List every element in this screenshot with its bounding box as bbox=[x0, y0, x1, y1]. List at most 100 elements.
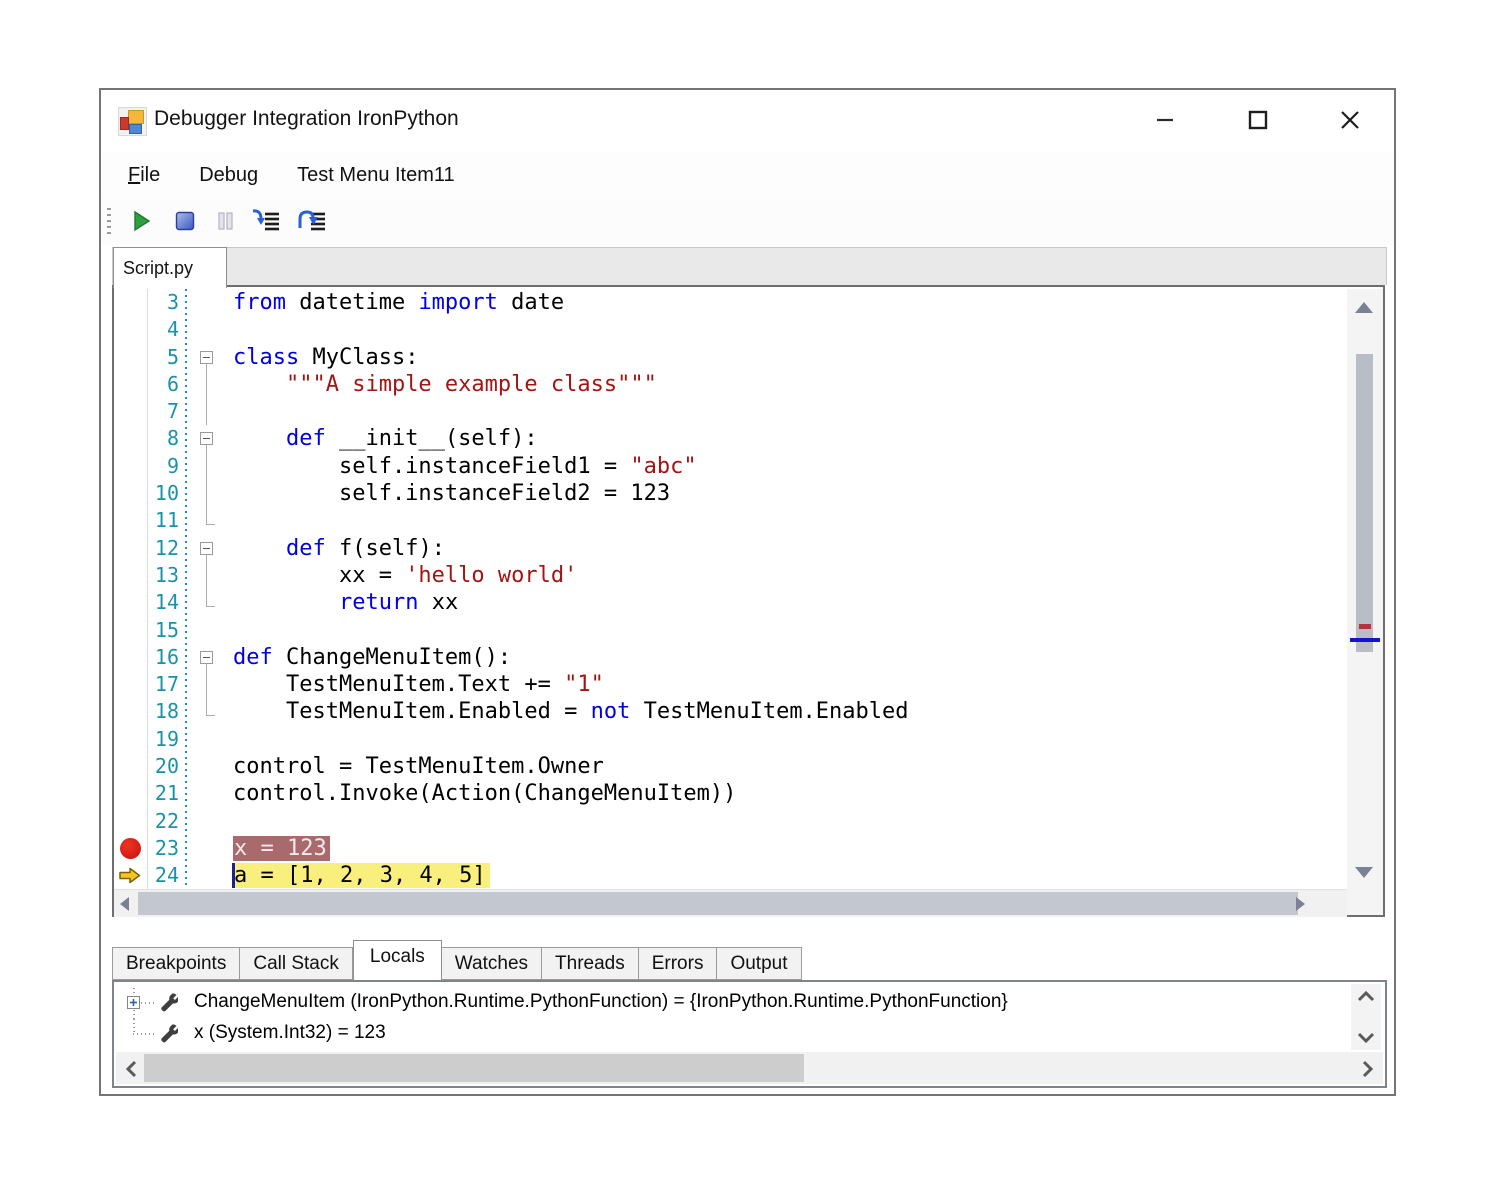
fold-margin[interactable] bbox=[185, 835, 233, 862]
tab-threads[interactable]: Threads bbox=[542, 947, 639, 980]
fold-margin[interactable] bbox=[185, 753, 233, 780]
fold-margin[interactable] bbox=[185, 452, 233, 481]
fold-margin[interactable] bbox=[185, 644, 233, 672]
locals-horizontal-scrollbar[interactable] bbox=[116, 1052, 1383, 1084]
breakpoint-margin[interactable] bbox=[114, 671, 148, 699]
breakpoint-margin[interactable] bbox=[114, 807, 148, 835]
fold-margin[interactable] bbox=[185, 535, 233, 563]
breakpoint-margin[interactable] bbox=[114, 316, 148, 344]
code-line-19[interactable]: 19 bbox=[114, 725, 1345, 754]
fold-margin[interactable] bbox=[185, 589, 233, 616]
code-line-18[interactable]: 18 TestMenuItem.Enabled = not TestMenuIt… bbox=[114, 698, 1345, 726]
scroll-right-chevron[interactable] bbox=[1361, 1060, 1375, 1078]
fold-margin[interactable] bbox=[185, 507, 233, 534]
minimize-button[interactable] bbox=[1142, 102, 1188, 138]
fold-margin[interactable] bbox=[185, 561, 233, 590]
tab-call-stack[interactable]: Call Stack bbox=[240, 947, 353, 980]
menu-item-debug[interactable]: Debug bbox=[199, 164, 258, 187]
tab-breakpoints[interactable]: Breakpoints bbox=[112, 947, 241, 980]
fold-collapse-icon[interactable] bbox=[200, 350, 213, 364]
locals-tree-item[interactable]: x (System.Int32) = 123 bbox=[114, 1019, 1385, 1050]
tab-errors[interactable]: Errors bbox=[638, 947, 718, 980]
breakpoint-margin[interactable] bbox=[114, 834, 148, 863]
code-line-22[interactable]: 22 bbox=[114, 807, 1345, 835]
breakpoint-margin[interactable] bbox=[114, 698, 148, 726]
vertical-scroll-thumb[interactable] bbox=[1356, 354, 1373, 652]
code-editor[interactable]: 3 from datetime import date 4 5 class MyClas… bbox=[112, 285, 1385, 917]
locals-tree-item[interactable]: ChangeMenuItem (IronPython.Runtime.Pytho… bbox=[114, 988, 1385, 1019]
breakpoint-margin[interactable] bbox=[114, 507, 148, 535]
code-line-6[interactable]: 6 """A simple example class""" bbox=[114, 370, 1345, 399]
breakpoint-margin[interactable] bbox=[114, 780, 148, 808]
code-line-20[interactable]: 20 control = TestMenuItem.Owner bbox=[114, 753, 1345, 781]
scroll-down-arrow[interactable] bbox=[1355, 867, 1373, 878]
breakpoint-margin[interactable] bbox=[114, 425, 148, 453]
code-line-23[interactable]: 23 x = 123 bbox=[114, 834, 1345, 863]
code-line-11[interactable]: 11 bbox=[114, 507, 1345, 535]
fold-margin[interactable] bbox=[185, 726, 233, 753]
pause-button[interactable] bbox=[211, 207, 239, 235]
fold-margin[interactable] bbox=[185, 862, 233, 889]
fold-margin[interactable] bbox=[185, 344, 233, 372]
scroll-right-arrow[interactable] bbox=[1296, 897, 1305, 911]
menu-item-test-menu-item11[interactable]: Test Menu Item11 bbox=[297, 164, 454, 187]
breakpoint-dot-icon[interactable] bbox=[120, 837, 141, 859]
fold-margin[interactable] bbox=[185, 289, 233, 316]
fold-margin[interactable] bbox=[185, 480, 233, 508]
breakpoint-margin[interactable] bbox=[114, 289, 148, 317]
code-line-12[interactable]: 12 def f(self): bbox=[114, 534, 1345, 563]
fold-collapse-icon[interactable] bbox=[200, 650, 213, 664]
fold-margin[interactable] bbox=[185, 808, 233, 835]
fold-margin[interactable] bbox=[185, 780, 233, 807]
code-line-14[interactable]: 14 return xx bbox=[114, 589, 1345, 617]
breakpoint-margin[interactable] bbox=[114, 452, 148, 481]
breakpoint-margin[interactable] bbox=[114, 370, 148, 399]
horizontal-scroll-thumb[interactable] bbox=[144, 1054, 804, 1082]
code-line-8[interactable]: 8 def __init__(self): bbox=[114, 425, 1345, 454]
scroll-left-arrow[interactable] bbox=[120, 897, 129, 911]
code-line-4[interactable]: 4 bbox=[114, 316, 1345, 344]
tab-locals[interactable]: Locals bbox=[352, 940, 442, 980]
stop-button[interactable] bbox=[171, 207, 199, 235]
close-button[interactable] bbox=[1327, 102, 1373, 138]
code-line-24[interactable]: 24 a = [1, 2, 3, 4, 5] bbox=[114, 862, 1345, 889]
fold-collapse-icon[interactable] bbox=[200, 432, 213, 446]
title-bar[interactable]: Debugger Integration IronPython bbox=[101, 90, 1394, 152]
editor-horizontal-scrollbar[interactable] bbox=[114, 889, 1347, 917]
fold-margin[interactable] bbox=[185, 398, 233, 426]
horizontal-scroll-thumb[interactable] bbox=[138, 892, 1298, 915]
code-line-16[interactable]: 16 def ChangeMenuItem(): bbox=[114, 643, 1345, 672]
code-line-3[interactable]: 3 from datetime import date bbox=[114, 289, 1345, 317]
breakpoint-margin[interactable] bbox=[114, 561, 148, 590]
locals-vertical-scrollbar[interactable] bbox=[1351, 984, 1381, 1050]
breakpoint-margin[interactable] bbox=[114, 589, 148, 617]
scroll-up-chevron[interactable] bbox=[1356, 990, 1376, 1004]
breakpoint-margin[interactable] bbox=[114, 398, 148, 426]
scroll-down-chevron[interactable] bbox=[1356, 1030, 1376, 1044]
code-line-15[interactable]: 15 bbox=[114, 616, 1345, 644]
toolbar-grip[interactable] bbox=[107, 208, 111, 236]
tab-watches[interactable]: Watches bbox=[441, 947, 543, 980]
code-line-10[interactable]: 10 self.instanceField2 = 123 bbox=[114, 480, 1345, 508]
breakpoint-margin[interactable] bbox=[114, 616, 148, 644]
scroll-left-chevron[interactable] bbox=[124, 1060, 138, 1078]
code-line-17[interactable]: 17 TestMenuItem.Text += "1" bbox=[114, 671, 1345, 699]
breakpoint-margin[interactable] bbox=[114, 862, 148, 889]
code-line-21[interactable]: 21 control.Invoke(Action(ChangeMenuItem)) bbox=[114, 780, 1345, 808]
fold-margin[interactable] bbox=[185, 698, 233, 725]
breakpoint-margin[interactable] bbox=[114, 343, 148, 371]
fold-margin[interactable] bbox=[185, 316, 233, 343]
code-line-7[interactable]: 7 bbox=[114, 398, 1345, 426]
code-line-5[interactable]: 5 class MyClass: bbox=[114, 343, 1345, 372]
code-line-9[interactable]: 9 self.instanceField1 = "abc" bbox=[114, 452, 1345, 481]
editor-vertical-scrollbar[interactable] bbox=[1347, 289, 1383, 915]
fold-margin[interactable] bbox=[185, 370, 233, 399]
breakpoint-margin[interactable] bbox=[114, 753, 148, 781]
breakpoint-margin[interactable] bbox=[114, 534, 148, 562]
fold-collapse-icon[interactable] bbox=[200, 541, 213, 555]
tab-output[interactable]: Output bbox=[717, 947, 802, 980]
breakpoint-margin[interactable] bbox=[114, 725, 148, 754]
step-over-button[interactable] bbox=[297, 207, 325, 235]
breakpoint-margin[interactable] bbox=[114, 480, 148, 508]
scroll-up-arrow[interactable] bbox=[1355, 302, 1373, 313]
